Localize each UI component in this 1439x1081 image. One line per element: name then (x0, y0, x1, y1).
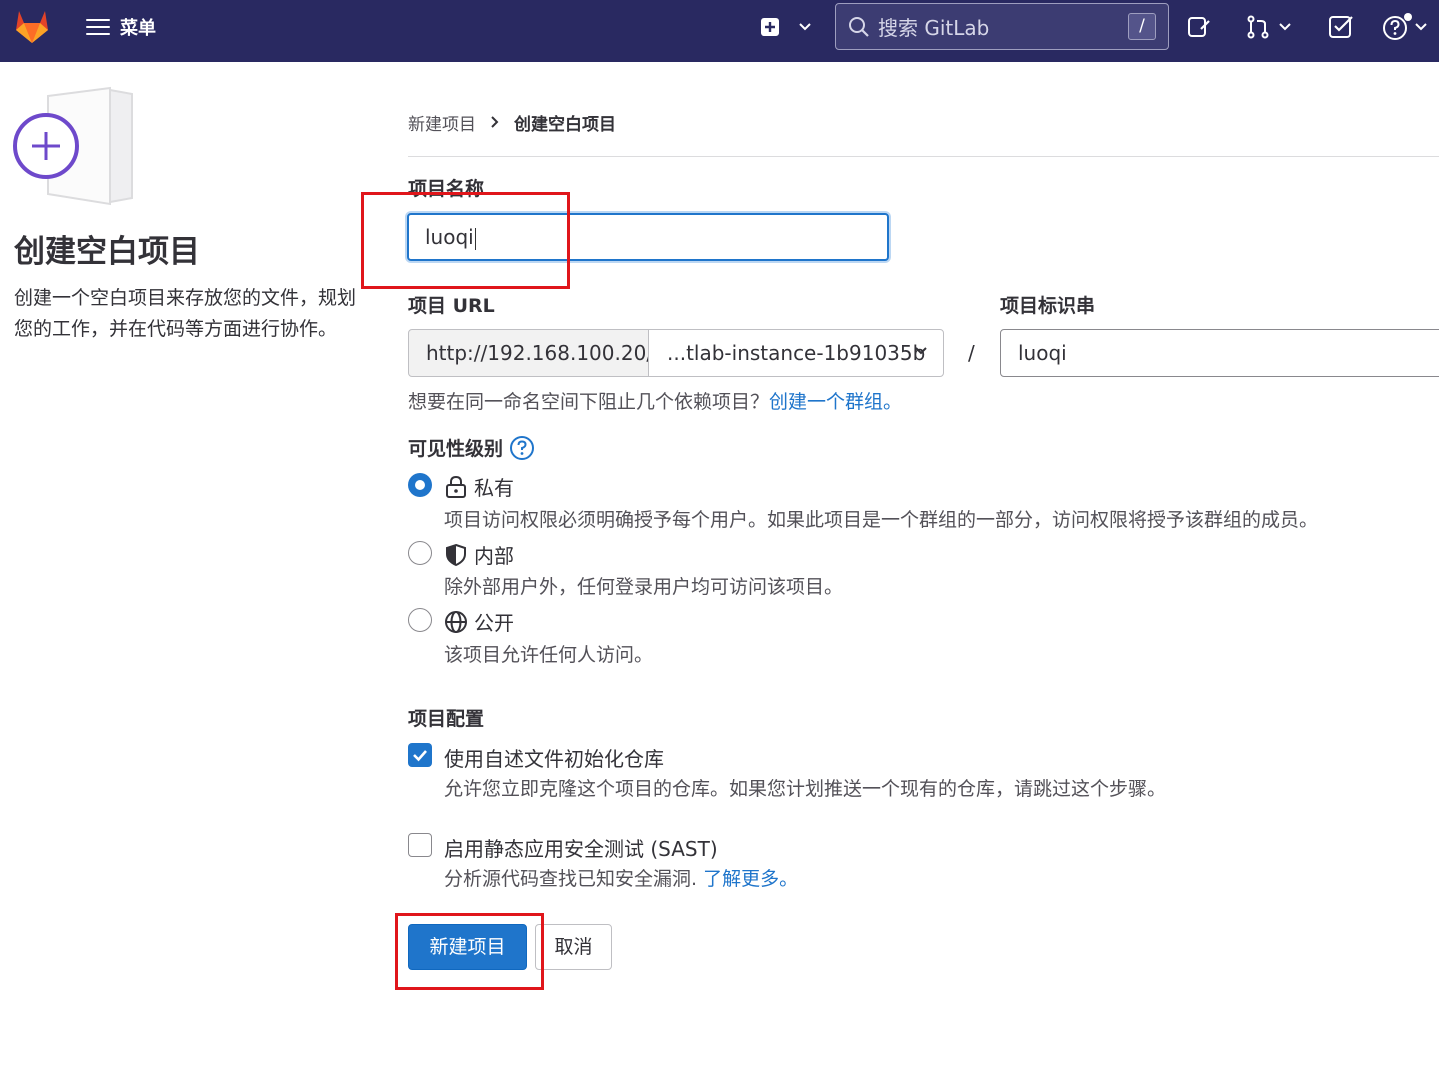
breadcrumb-current: 创建空白项目 (514, 114, 616, 135)
search-placeholder: 搜索 GitLab (878, 16, 990, 40)
project-config-label: 项目配置 (408, 708, 485, 730)
readme-description: 允许您立即克隆这个项目的仓库。如果您计划推送一个现有的仓库，请跳过这个步骤。 (444, 778, 1167, 800)
search-shortcut-key: / (1128, 13, 1156, 40)
todo-check-icon (1329, 16, 1353, 38)
breadcrumb-new-project[interactable]: 新建项目 (408, 110, 476, 135)
project-slug-value: luoqi (1018, 341, 1067, 365)
issues-button[interactable] (1187, 12, 1211, 42)
question-circle-icon[interactable] (509, 435, 535, 461)
blank-project-illustration (13, 86, 133, 206)
cancel-button[interactable]: 取消 (535, 924, 612, 970)
todos-button[interactable] (1328, 12, 1354, 42)
menu-label: 菜单 (120, 18, 156, 39)
project-slug-input[interactable]: luoqi (1000, 329, 1439, 377)
new-dropdown-button[interactable] (760, 12, 812, 42)
group-hint: 想要在同一命名空间下阻止几个依赖项目？创建一个群组。 (408, 387, 902, 414)
visibility-public-radio[interactable] (408, 608, 432, 632)
visibility-public-description: 该项目允许任何人访问。 (444, 644, 654, 666)
sast-label[interactable]: 启用静态应用安全测试 (SAST) (444, 833, 718, 862)
issues-icon (1188, 17, 1210, 37)
shield-icon (446, 543, 466, 566)
chevron-down-icon (1415, 23, 1427, 31)
sast-description-text: 分析源代码查找已知安全漏洞. (444, 868, 698, 890)
lock-icon (446, 475, 466, 498)
visibility-internal-radio[interactable] (408, 541, 432, 565)
visibility-private-radio[interactable] (408, 473, 432, 497)
project-url-label: 项目 URL (408, 295, 495, 317)
internal-label-text: 内部 (474, 544, 514, 568)
group-hint-text: 想要在同一命名空间下阻止几个依赖项目？ (408, 391, 770, 413)
namespace-value: ...tlab-instance-1b91035b (667, 341, 926, 365)
readme-checkbox[interactable] (408, 743, 432, 767)
gitlab-logo-icon[interactable] (12, 6, 52, 46)
merge-requests-button[interactable] (1246, 12, 1292, 42)
chevron-down-icon (1279, 23, 1291, 31)
chevron-right-icon (491, 116, 499, 128)
visibility-private-description: 项目访问权限必须明确授予每个用户。如果此项目是一个群组的一部分，访问权限将授予该… (444, 509, 1319, 531)
visibility-private-label[interactable]: 私有 (444, 472, 514, 501)
page-description: 创建一个空白项目来存放您的文件，规划您的工作，并在代码等方面进行协作。 (14, 287, 357, 340)
top-navbar: 菜单 搜索 GitLab / (0, 0, 1439, 62)
hamburger-icon (86, 19, 110, 35)
namespace-select[interactable]: ...tlab-instance-1b91035b (648, 329, 944, 377)
annotation-highlight-name (361, 192, 570, 289)
help-icon (1383, 13, 1412, 40)
visibility-label: 可见性级别 (408, 438, 504, 460)
visibility-public-label[interactable]: 公开 (444, 607, 514, 636)
sast-description: 分析源代码查找已知安全漏洞. 了解更多。 (444, 864, 798, 891)
annotation-highlight-create (395, 913, 544, 990)
search-input[interactable]: 搜索 GitLab / (835, 3, 1169, 50)
create-group-link[interactable]: 创建一个群组。 (769, 391, 902, 413)
page-title: 创建空白项目 (14, 234, 200, 270)
merge-request-icon (1247, 15, 1269, 39)
public-label-text: 公开 (474, 611, 514, 635)
sast-checkbox[interactable] (408, 833, 432, 857)
project-slug-label: 项目标识串 (1000, 295, 1096, 317)
help-button[interactable] (1382, 12, 1428, 42)
visibility-internal-label[interactable]: 内部 (444, 540, 514, 569)
breadcrumb: 新建项目 创建空白项目 (408, 110, 616, 135)
divider (408, 156, 1439, 157)
readme-label[interactable]: 使用自述文件初始化仓库 (444, 743, 664, 772)
visibility-section: 可见性级别 (408, 434, 535, 461)
menu-button[interactable]: 菜单 (86, 14, 156, 40)
globe-icon (445, 610, 467, 633)
chevron-down-icon (799, 23, 811, 31)
url-slash: / (968, 341, 975, 365)
private-label-text: 私有 (474, 476, 514, 500)
search-icon (849, 16, 869, 37)
learn-more-link[interactable]: 了解更多。 (703, 868, 798, 890)
project-url-prefix: http://192.168.100.20/ (408, 329, 653, 377)
plus-square-icon (761, 18, 779, 36)
visibility-internal-description: 除外部用户外，任何登录用户均可访问该项目。 (444, 576, 844, 598)
check-icon (413, 750, 427, 762)
chevron-down-icon (915, 347, 927, 355)
